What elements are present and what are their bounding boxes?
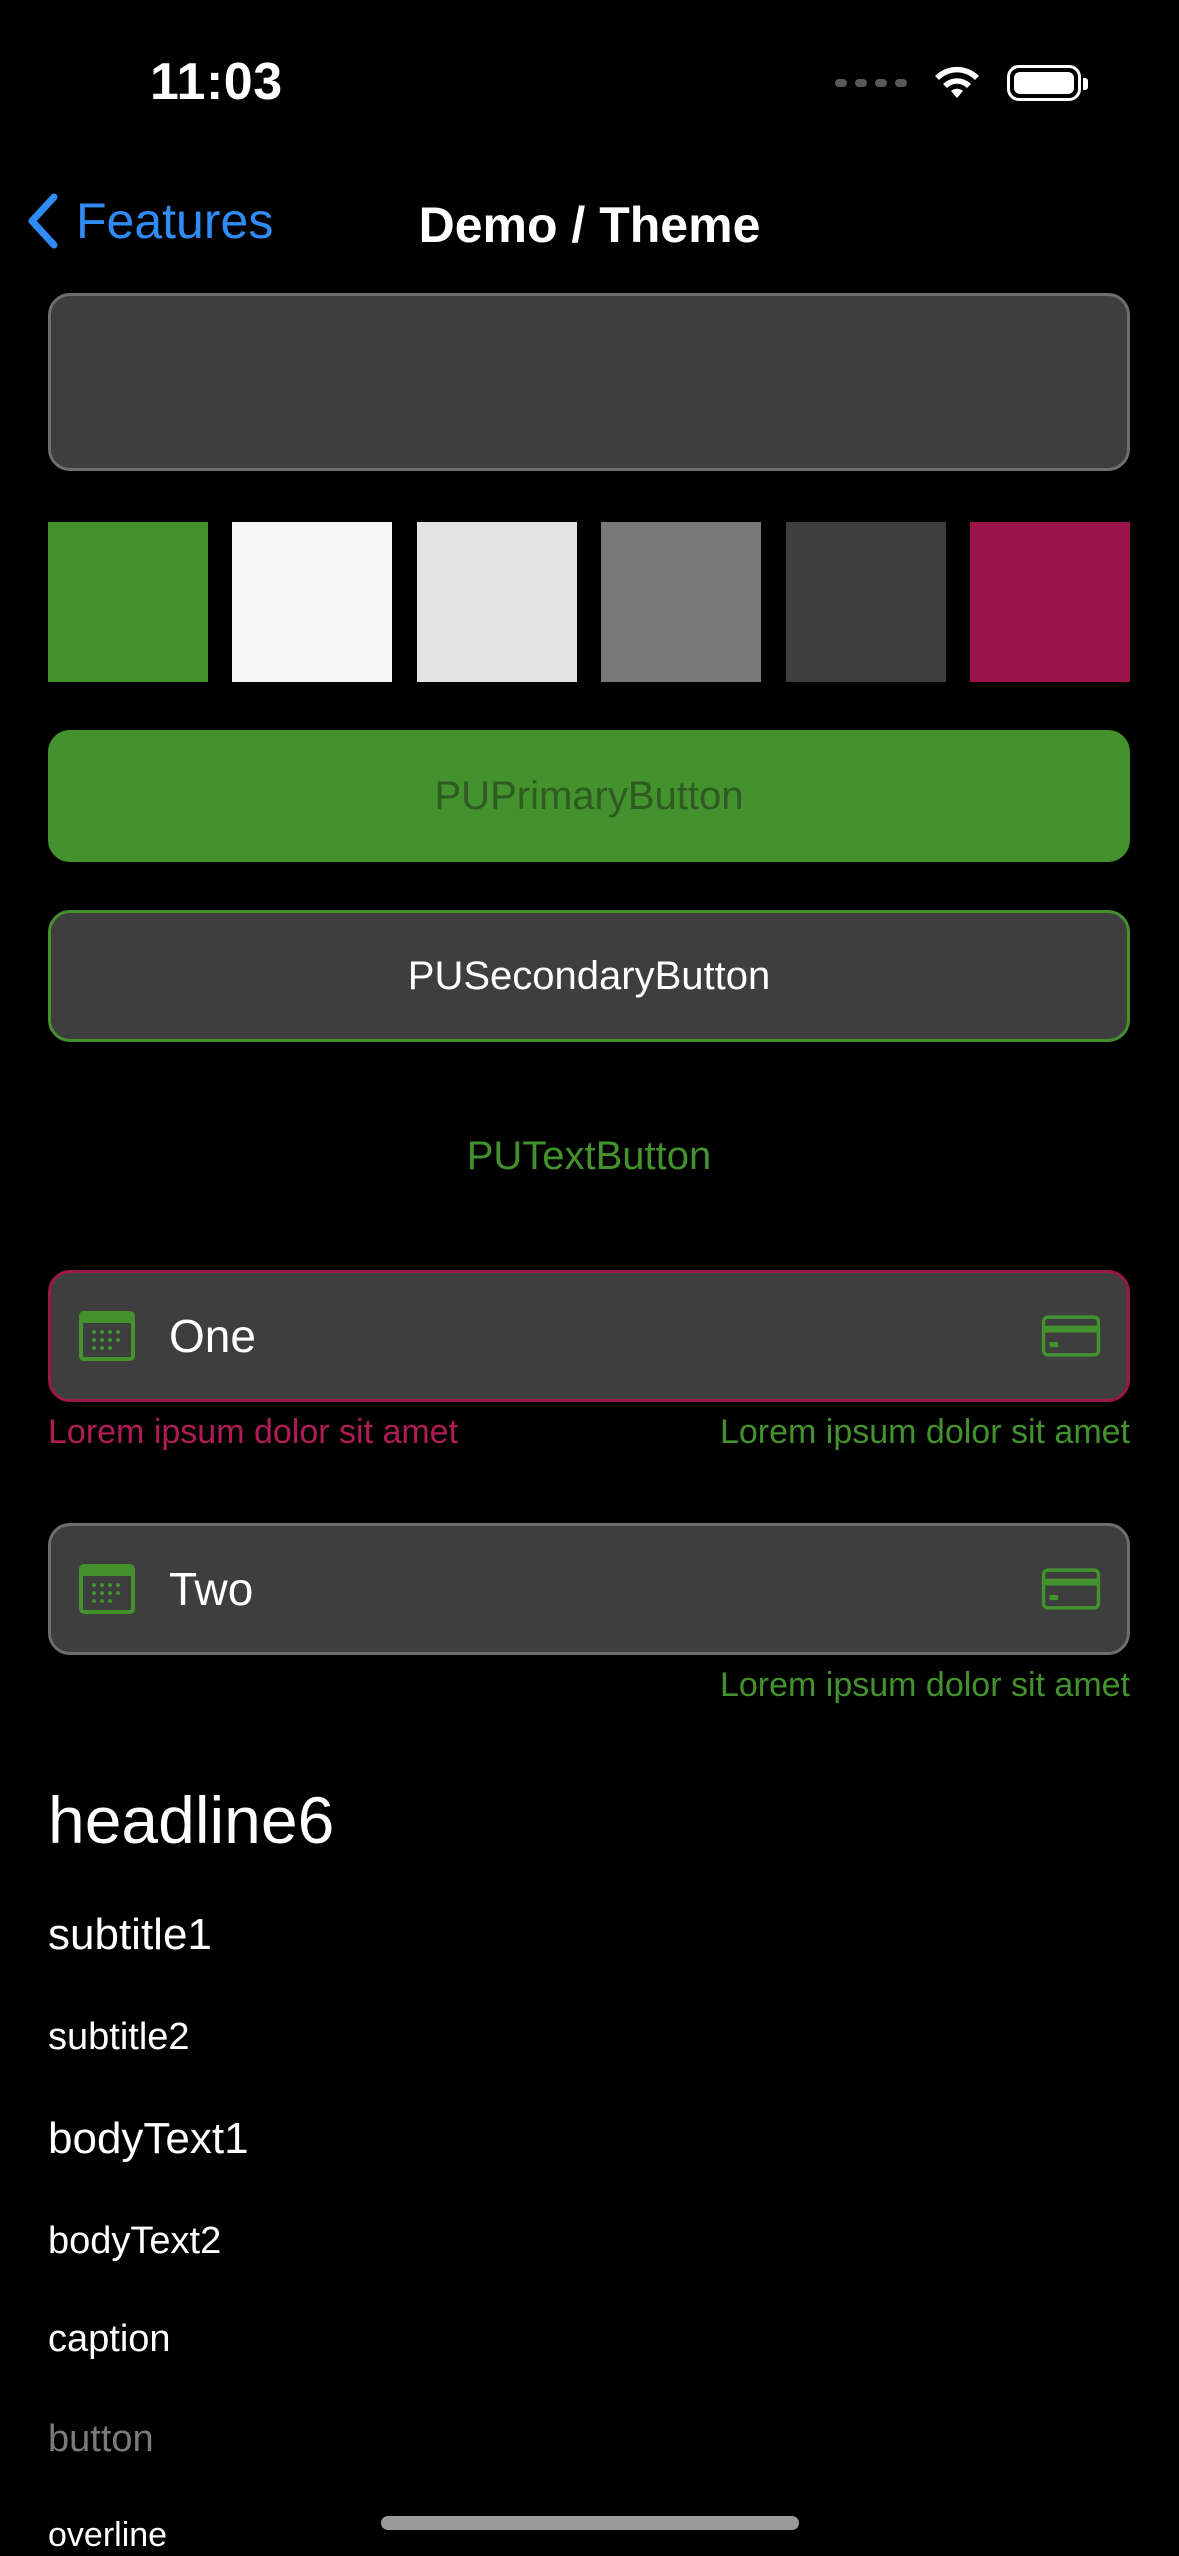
battery-icon bbox=[1007, 65, 1088, 101]
caption-sample: caption bbox=[48, 2318, 171, 2360]
text-field-one-value: One bbox=[169, 1310, 256, 1362]
page-title: Demo / Theme bbox=[418, 197, 761, 253]
text-field-one[interactable]: One bbox=[48, 1270, 1130, 1402]
calendar-icon[interactable] bbox=[77, 1564, 137, 1614]
subtitle2-sample: subtitle2 bbox=[48, 2016, 190, 2058]
home-indicator[interactable] bbox=[381, 2516, 799, 2530]
field-one-error-helper: Lorem ipsum dolor sit amet bbox=[48, 1413, 459, 1451]
swatch-dark-gray bbox=[785, 522, 946, 682]
button-text-sample: button bbox=[48, 2418, 154, 2460]
text-field-two-value: Two bbox=[169, 1563, 254, 1615]
primary-button[interactable]: PUPrimaryButton bbox=[48, 730, 1130, 862]
bodytext2-sample: bodyText2 bbox=[48, 2220, 222, 2262]
text-button[interactable]: PUTextButton bbox=[48, 1090, 1130, 1222]
swatch-error bbox=[970, 522, 1130, 682]
credit-card-icon[interactable] bbox=[1041, 1564, 1101, 1614]
secondary-button[interactable]: PUSecondaryButton bbox=[48, 910, 1130, 1042]
swatch-gray bbox=[601, 522, 762, 682]
swatch-light-gray bbox=[416, 522, 577, 682]
wifi-icon bbox=[935, 66, 979, 98]
overline-sample: overline bbox=[48, 2516, 168, 2554]
text-field-two[interactable]: Two bbox=[48, 1523, 1130, 1655]
field-two-helper: Lorem ipsum dolor sit amet bbox=[719, 1666, 1130, 1704]
subtitle1-sample: subtitle1 bbox=[48, 1910, 212, 1959]
swatch-primary bbox=[48, 522, 208, 682]
status-time: 11:03 bbox=[150, 53, 283, 111]
credit-card-icon[interactable] bbox=[1041, 1311, 1101, 1361]
cellular-signal-icon bbox=[835, 79, 907, 87]
headline6-sample: headline6 bbox=[48, 1783, 335, 1857]
field-one-helper: Lorem ipsum dolor sit amet bbox=[719, 1413, 1130, 1451]
swatch-white bbox=[232, 522, 393, 682]
theme-preview-box bbox=[48, 293, 1130, 471]
bodytext1-sample: bodyText1 bbox=[48, 2114, 249, 2163]
status-icons bbox=[835, 64, 1088, 102]
calendar-icon[interactable] bbox=[77, 1311, 137, 1361]
